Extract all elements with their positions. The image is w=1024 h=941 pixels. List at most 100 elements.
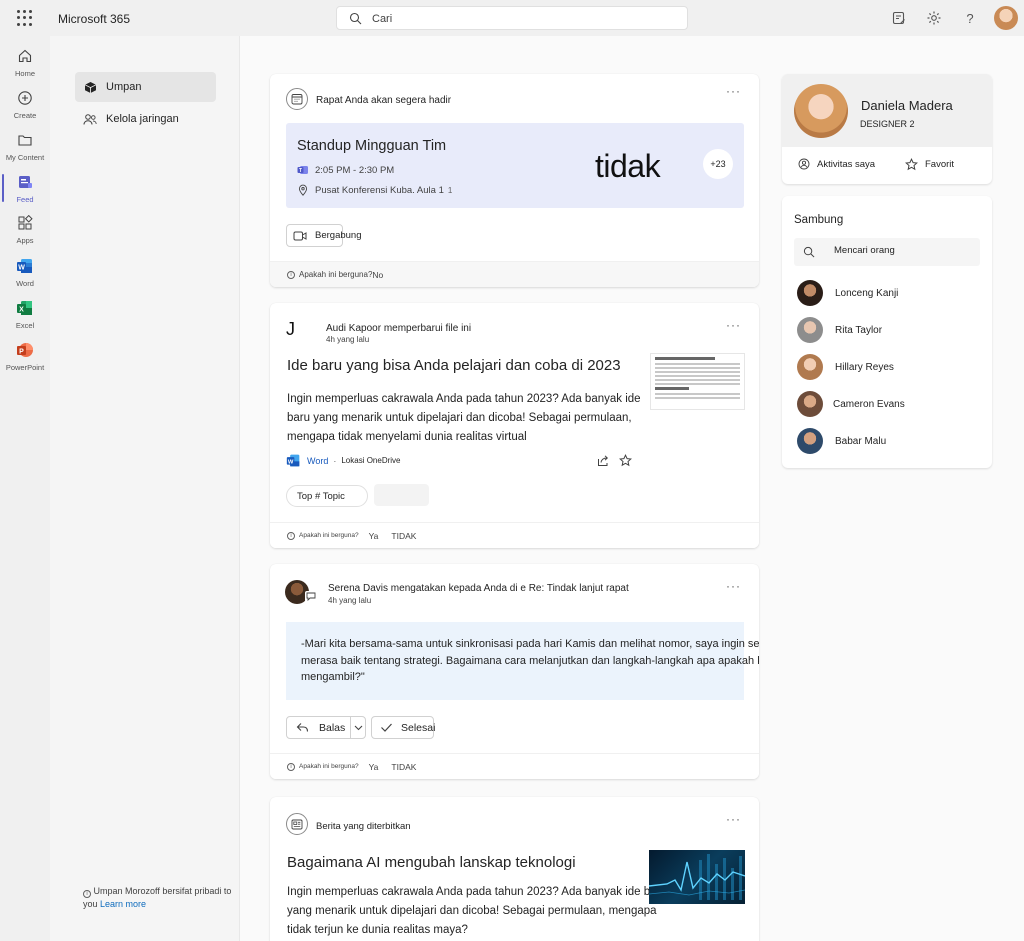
svg-text:W: W xyxy=(288,459,294,465)
document-thumbnail[interactable] xyxy=(650,353,745,410)
feedback-no-button[interactable]: No xyxy=(372,270,383,280)
profile-role: DESIGNER 2 xyxy=(860,119,915,129)
people-search-input[interactable] xyxy=(834,245,974,256)
feedback-no-button[interactable]: TIDAK xyxy=(391,531,416,541)
news-icon xyxy=(286,813,308,835)
settings-gear-icon[interactable] xyxy=(925,9,943,27)
person-item[interactable]: Rita Taylor xyxy=(797,317,882,343)
meeting-location: Pusat Konferensi Kuba. Aula 11 xyxy=(315,185,452,196)
rail-item-my-content[interactable]: My Content xyxy=(0,128,50,168)
search-icon xyxy=(803,246,815,258)
attendees-badge[interactable]: +23 xyxy=(703,149,733,179)
search-box[interactable] xyxy=(336,6,688,30)
feedback-bar: i Apakah ini berguna? Ya TIDAK xyxy=(270,753,759,779)
people-search-box[interactable] xyxy=(794,238,980,266)
done-button[interactable]: Selesai xyxy=(371,716,435,739)
meeting-location-count: 1 xyxy=(447,186,453,195)
person-name: Lonceng Kanji xyxy=(835,287,899,299)
teams-icon: T xyxy=(297,166,308,174)
share-icon[interactable] xyxy=(597,454,610,467)
rail-item-word[interactable]: W Word xyxy=(0,254,50,294)
join-meeting-button[interactable]: Bergabung xyxy=(286,224,361,247)
person-name: Rita Taylor xyxy=(835,324,883,336)
separator-dot: · xyxy=(333,455,337,466)
account-avatar[interactable] xyxy=(994,6,1018,30)
news-title[interactable]: Bagaimana AI mengubah lanskap teknologi xyxy=(287,854,576,871)
meeting-card: Rapat Anda akan segera hadir ··· Standup… xyxy=(270,74,759,287)
card-header: Berita yang diterbitkan xyxy=(316,821,411,832)
app-name-link[interactable]: Word xyxy=(307,456,328,466)
overlay-text: tidak xyxy=(595,148,661,184)
plus-circle-icon xyxy=(15,88,35,108)
card-header: Audi Kapoor memperbarui file ini xyxy=(326,323,472,334)
nav-item-umpan[interactable]: Umpan xyxy=(75,72,216,102)
favorite-star-icon[interactable] xyxy=(619,454,632,467)
person-item[interactable]: Hillary Reyes xyxy=(797,354,894,380)
file-title[interactable]: Ide baru yang bisa Anda pelajari dan cob… xyxy=(287,357,621,374)
my-activity-link[interactable]: Aktivitas saya xyxy=(798,158,875,170)
comment-bubble-icon xyxy=(305,591,317,602)
search-input[interactable] xyxy=(372,10,672,27)
person-item[interactable]: Lonceng Kanji xyxy=(797,280,898,306)
news-chart-image[interactable] xyxy=(649,850,745,904)
rail-item-apps[interactable]: Apps xyxy=(0,211,50,251)
favorites-link[interactable]: Favorit xyxy=(905,158,954,171)
news-card: Berita yang diterbitkan ··· Bagaimana AI… xyxy=(270,797,759,941)
rail-label: Excel xyxy=(15,321,35,330)
reply-arrow-icon xyxy=(296,723,309,732)
timestamp: 4h yang lalu xyxy=(326,335,370,344)
feedback-bar: i Apakah ini berguna? Ya TIDAK xyxy=(270,522,759,548)
profile-name[interactable]: Daniela Madera xyxy=(861,98,953,113)
feed-icon xyxy=(15,172,35,192)
topic-pill[interactable]: Top # Topic xyxy=(286,485,368,507)
help-question-icon[interactable]: ? xyxy=(961,9,979,27)
more-options-icon[interactable]: ··· xyxy=(726,813,741,825)
people-icon xyxy=(83,112,97,126)
meeting-title: Standup Mingguan Tim xyxy=(297,138,447,154)
meeting-details[interactable]: Standup Mingguan Tim T 2:05 PM - 2:30 PM… xyxy=(286,123,744,208)
feedback-no-button[interactable]: TIDAK xyxy=(391,762,416,772)
privacy-notice: i Umpan Morozoff bersifat pribadi to you… xyxy=(83,885,233,911)
rail-item-create[interactable]: Create xyxy=(0,86,50,126)
person-name: Babar Malu xyxy=(835,435,887,447)
svg-text:X: X xyxy=(19,307,24,314)
file-update-card: J Audi Kapoor memperbarui file ini 4h ya… xyxy=(270,303,759,548)
info-icon: i xyxy=(83,890,91,898)
powerpoint-icon: P xyxy=(15,340,35,360)
top-bar: Microsoft 365 ? xyxy=(0,0,1024,36)
rail-item-feed[interactable]: Feed xyxy=(0,170,50,210)
rail-item-home[interactable]: Home xyxy=(0,44,50,84)
app-brand[interactable]: Microsoft 365 xyxy=(58,12,130,26)
nav-item-kelola-jaringan[interactable]: Kelola jaringan xyxy=(75,104,216,134)
person-item[interactable]: Babar Malu xyxy=(797,428,886,454)
home-icon xyxy=(15,46,35,66)
folder-icon xyxy=(15,130,35,150)
video-camera-icon xyxy=(293,231,307,240)
rail-label: Word xyxy=(16,279,34,288)
person-avatar xyxy=(797,317,823,343)
rail-item-powerpoint[interactable]: P PowerPoint xyxy=(0,338,50,378)
search-icon xyxy=(349,12,362,25)
more-options-icon[interactable]: ··· xyxy=(726,580,741,592)
svg-text:T: T xyxy=(299,168,302,174)
calendar-icon xyxy=(286,88,308,110)
profile-photo[interactable] xyxy=(794,84,848,138)
reply-dropdown-chevron-icon[interactable] xyxy=(350,716,365,739)
feedback-yes-button[interactable]: Ya xyxy=(369,531,379,541)
feedback-question: Apakah ini berguna? xyxy=(299,763,359,770)
apps-grid-icon xyxy=(15,213,35,233)
more-options-icon[interactable]: ··· xyxy=(726,319,741,331)
nav-item-label: Umpan xyxy=(106,81,142,93)
app-launcher-icon[interactable] xyxy=(17,10,33,26)
file-location: Lokasi OneDrive xyxy=(341,456,401,465)
more-options-icon[interactable]: ··· xyxy=(726,85,741,97)
feedback-yes-button[interactable]: Ya xyxy=(369,762,379,772)
rail-item-excel[interactable]: X Excel xyxy=(0,296,50,336)
nav-item-label: Kelola jaringan xyxy=(106,113,179,125)
info-icon: i xyxy=(287,762,295,771)
card-header: Rapat Anda akan segera hadir xyxy=(316,95,452,106)
learn-more-link[interactable]: Learn more xyxy=(100,899,146,909)
whats-new-icon[interactable] xyxy=(890,9,908,27)
person-item[interactable]: Cameron Evans xyxy=(797,391,905,417)
comment-quote: -Mari kita bersama-sama untuk sinkronisa… xyxy=(286,622,759,700)
